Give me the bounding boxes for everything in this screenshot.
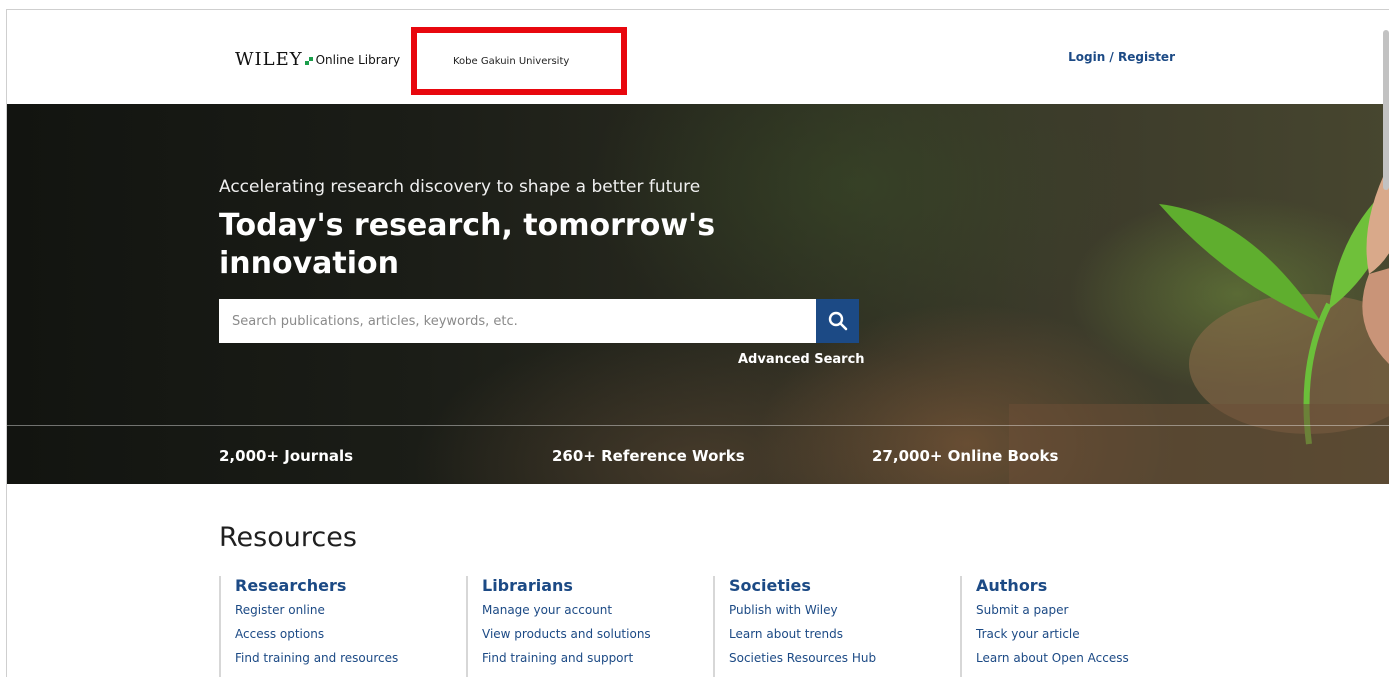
browser-viewport: WILEY Online Library Kobe Gakuin Univers… [6,9,1389,677]
stat-journals[interactable]: 2,000+ Journals [219,447,353,465]
page-scrollbar[interactable] [1383,30,1389,190]
resource-link[interactable]: Societies Resources Hub [729,651,876,665]
resource-link[interactable]: View products and solutions [482,627,651,641]
stat-reference-works[interactable]: 260+ Reference Works [552,447,745,465]
resources-column-researchers: Researchers Register online Access optio… [219,576,398,677]
hero-headline: Today's research, tomorrow's innovation [219,208,716,281]
stat-online-books[interactable]: 27,000+ Online Books [872,447,1058,465]
resources-column-societies: Societies Publish with Wiley Learn about… [713,576,876,677]
resources-column-librarians: Librarians Manage your account View prod… [466,576,651,677]
hero-divider [7,425,1389,426]
resource-link[interactable]: Find training and support [482,651,651,665]
resource-link[interactable]: Submit a paper [976,603,1129,617]
site-header: WILEY Online Library Kobe Gakuin Univers… [7,10,1389,104]
search-icon [828,311,847,331]
wiley-logo[interactable]: WILEY Online Library [235,49,400,70]
resource-link[interactable]: Register online [235,603,398,617]
resources-column-authors: Authors Submit a paper Track your articl… [960,576,1129,677]
logo-wordmark: WILEY [235,49,303,70]
logo-square-icon [304,57,314,66]
institution-banner: Kobe Gakuin University [411,27,627,95]
search-input[interactable] [219,299,815,343]
resource-link[interactable]: Manage your account [482,603,651,617]
column-heading[interactable]: Researchers [235,576,398,595]
seedling-image [1009,164,1389,484]
resource-link[interactable]: Access options [235,627,398,641]
search-bar [219,299,859,343]
institution-name: Kobe Gakuin University [453,55,570,67]
resources-title: Resources [219,522,357,553]
login-register-link[interactable]: Login / Register [1068,50,1175,64]
search-button[interactable] [816,299,859,343]
resource-link[interactable]: Track your article [976,627,1129,641]
hero-banner: Accelerating research discovery to shape… [7,104,1389,484]
column-heading[interactable]: Authors [976,576,1129,595]
hero-tagline: Accelerating research discovery to shape… [219,177,701,197]
column-heading[interactable]: Librarians [482,576,651,595]
resource-link[interactable]: Learn about Open Access [976,651,1129,665]
column-heading[interactable]: Societies [729,576,876,595]
resource-link[interactable]: Learn about trends [729,627,876,641]
resource-link[interactable]: Publish with Wiley [729,603,876,617]
logo-library-text: Online Library [315,52,401,67]
advanced-search-link[interactable]: Advanced Search [738,352,865,367]
resource-link[interactable]: Find training and resources [235,651,398,665]
